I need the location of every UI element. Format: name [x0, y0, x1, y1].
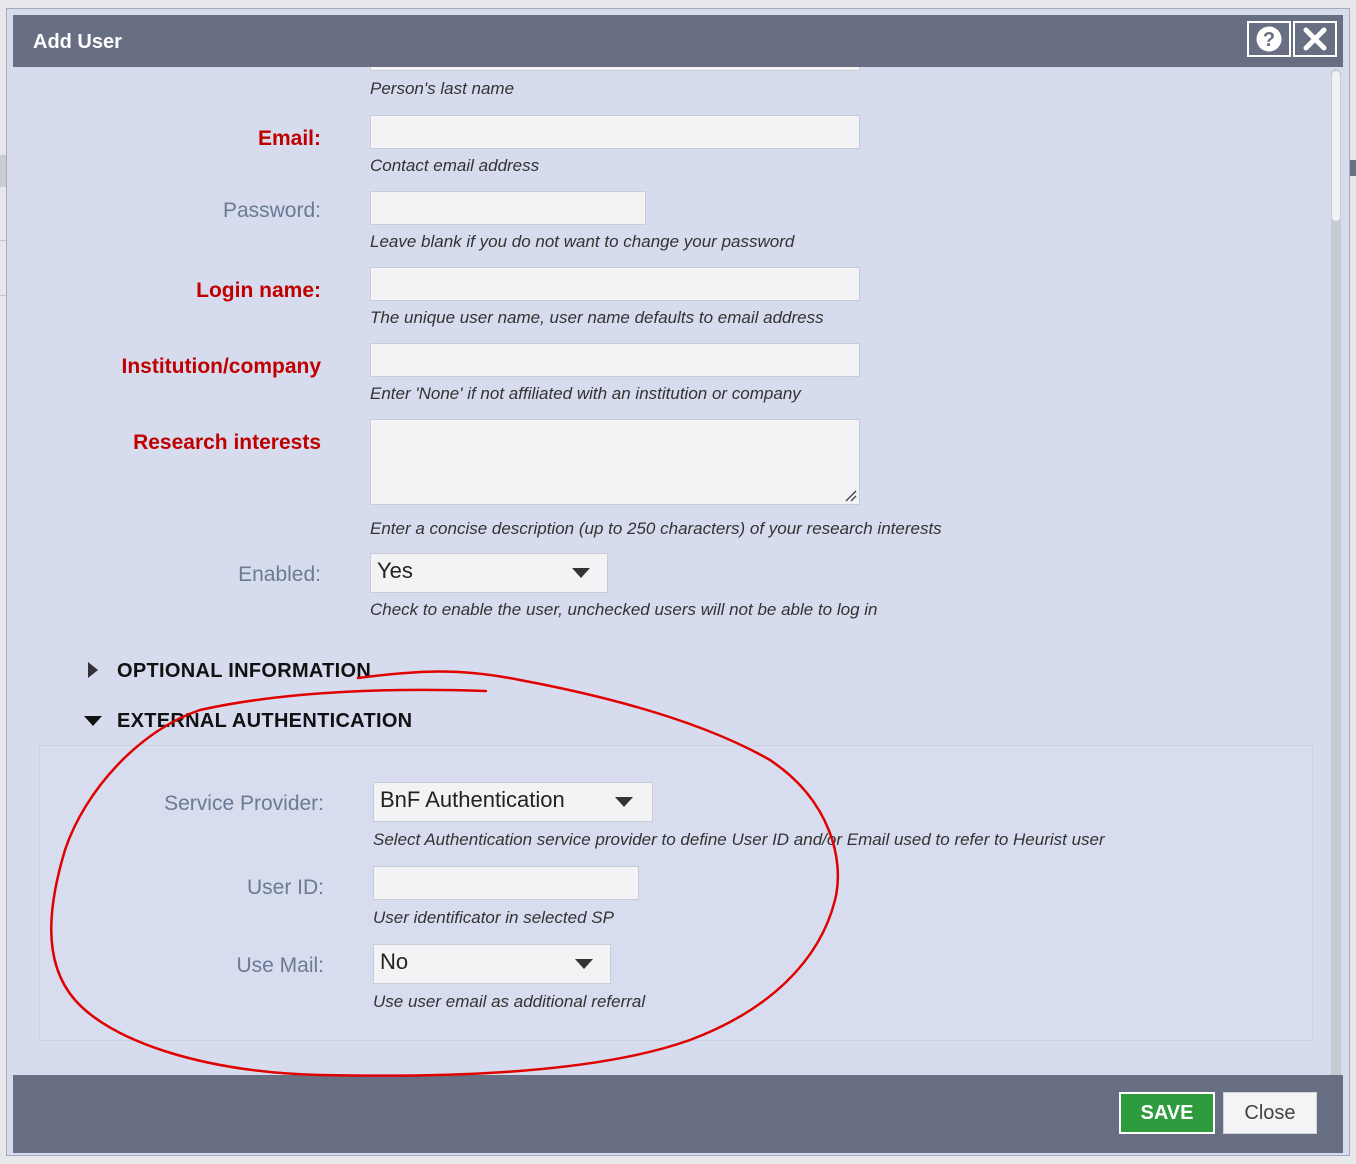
caret-down-icon[interactable]	[83, 715, 103, 727]
user-id-label: User ID:	[246, 876, 324, 899]
close-icon	[1303, 27, 1327, 51]
enabled-value: Yes	[377, 558, 413, 583]
password-input[interactable]	[370, 191, 646, 225]
dialog-title: Add User	[33, 31, 122, 53]
last-name-input[interactable]	[370, 67, 860, 71]
research-interests-hint: Enter a concise description (up to 250 c…	[370, 519, 942, 538]
institution-label: Institution/company	[121, 355, 322, 378]
help-button[interactable]: ?	[1247, 21, 1291, 57]
external-authentication-toggle[interactable]: EXTERNAL AUTHENTICATION	[117, 710, 412, 733]
email-label: Email:	[257, 127, 321, 150]
last-name-hint: Person's last name	[370, 79, 515, 98]
institution-input[interactable]	[370, 343, 860, 377]
password-hint: Leave blank if you do not want to change…	[370, 232, 795, 251]
svg-text:?: ?	[1263, 29, 1275, 51]
use-mail-select[interactable]: No	[373, 944, 611, 984]
enabled-label: Enabled:	[238, 563, 321, 586]
content-scrollbar[interactable]	[1331, 69, 1341, 1081]
enabled-select[interactable]: Yes	[370, 553, 608, 593]
resize-handle-icon[interactable]	[843, 488, 857, 502]
login-name-hint: The unique user name, user name defaults…	[370, 308, 824, 327]
dialog-titlebar: Add User ?	[13, 15, 1343, 67]
close-button[interactable]: Close	[1223, 1092, 1317, 1134]
background-tick	[1350, 160, 1356, 176]
institution-hint: Enter 'None' if not affiliated with an i…	[370, 384, 801, 403]
dialog-close-button[interactable]	[1293, 21, 1337, 57]
service-provider-label: Service Provider:	[164, 792, 324, 815]
login-name-input[interactable]	[370, 267, 860, 301]
email-input[interactable]	[370, 115, 860, 149]
question-icon: ?	[1256, 26, 1282, 52]
user-id-input[interactable]	[373, 866, 639, 900]
add-user-dialog: Add User ? Person's last name Email: Con…	[6, 8, 1350, 1156]
dialog-footer: SAVE Close	[13, 1075, 1343, 1153]
external-authentication-panel: Service Provider: BnF Authentication Sel…	[39, 745, 1313, 1041]
chevron-down-icon	[575, 959, 593, 969]
save-button[interactable]: SAVE	[1119, 1092, 1215, 1134]
scrollbar-thumb[interactable]	[1332, 71, 1340, 221]
caret-right-icon[interactable]	[87, 661, 99, 679]
service-provider-value: BnF Authentication	[380, 787, 565, 812]
optional-information-toggle[interactable]: OPTIONAL INFORMATION	[117, 660, 371, 683]
dialog-content: Person's last name Email: Contact email …	[13, 67, 1329, 1083]
use-mail-hint: Use user email as additional referral	[373, 992, 646, 1011]
use-mail-label: Use Mail:	[236, 954, 324, 977]
user-id-hint: User identificator in selected SP	[373, 908, 614, 927]
email-hint: Contact email address	[370, 156, 540, 175]
use-mail-value: No	[380, 949, 409, 974]
chevron-down-icon	[572, 568, 590, 578]
enabled-hint: Check to enable the user, unchecked user…	[370, 600, 878, 619]
password-label: Password:	[222, 199, 321, 222]
login-name-label: Login name:	[196, 279, 321, 302]
chevron-down-icon	[615, 797, 633, 807]
service-provider-select[interactable]: BnF Authentication	[373, 782, 653, 822]
research-interests-textarea[interactable]	[370, 419, 860, 505]
service-provider-hint: Select Authentication service provider t…	[373, 830, 1105, 849]
research-interests-label: Research interests	[133, 431, 321, 454]
